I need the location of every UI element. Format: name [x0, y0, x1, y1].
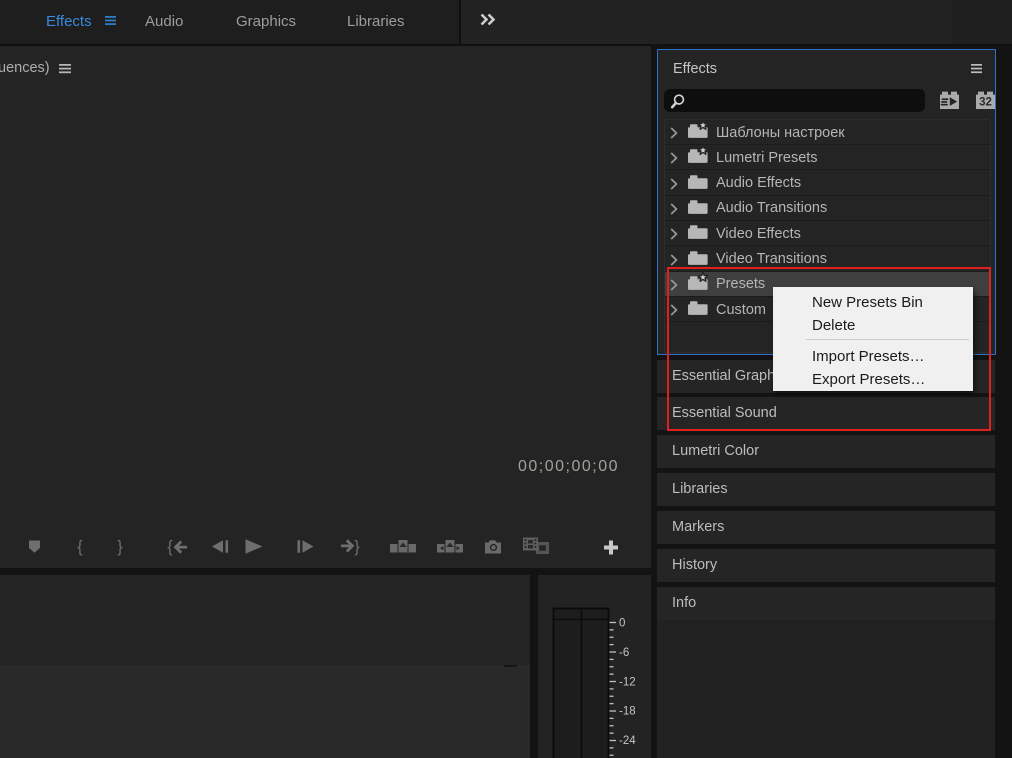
svg-text:-24: -24 — [619, 735, 636, 747]
svg-text:}: } — [117, 538, 123, 556]
svg-text:{: { — [167, 538, 173, 556]
svg-text:{: { — [77, 538, 83, 556]
svg-text:}: } — [354, 538, 360, 556]
svg-text:-12: -12 — [619, 677, 636, 689]
svg-text:-18: -18 — [619, 706, 636, 718]
svg-text:0: 0 — [619, 618, 625, 630]
svg-text:-6: -6 — [619, 647, 629, 659]
